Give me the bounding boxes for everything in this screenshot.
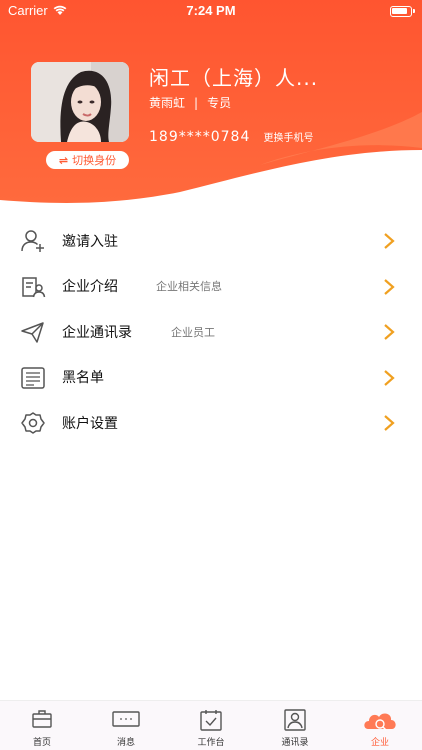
tab-company[interactable]: 企业 [350, 705, 410, 749]
menu-item-blacklist[interactable]: 黑名单 [0, 355, 422, 401]
menu-item-label: 企业通讯录 [62, 324, 132, 341]
list-icon [21, 366, 45, 389]
chevron-right-icon [384, 233, 395, 249]
menu-item-label: 黑名单 [62, 370, 104, 387]
menu-item-label: 账户设置 [62, 415, 118, 432]
menu-item-company-intro[interactable]: 企业介绍 企业相关信息 [0, 264, 422, 310]
clock: 7:24 PM [186, 3, 236, 18]
menu-item-label: 企业介绍 [62, 279, 118, 296]
company-icon [364, 713, 396, 731]
phone-number: 189****0784 [149, 129, 251, 145]
company-doc-icon [22, 276, 46, 297]
tab-workbench[interactable]: 工作台 [181, 705, 241, 749]
status-bar: Carrier 7:24 PM [0, 0, 422, 22]
chevron-right-icon [384, 415, 395, 431]
phone-info: 189****0784 更换手机号 [149, 126, 313, 145]
switch-role-button[interactable]: ⇌ 切换身份 [46, 151, 129, 169]
tab-label: 企业 [370, 738, 389, 748]
chevron-right-icon [384, 278, 395, 295]
profile-header: ⇌ 切换身份 闲工（上海）人... 黄雨虹 | 专员 189****0784 更换手… [0, 0, 422, 210]
swap-icon: ⇌ [58, 153, 69, 167]
briefcase-icon [32, 710, 52, 728]
user-name: 黄雨虹 [149, 96, 186, 110]
menu-item-account-settings[interactable]: 账户设置 [0, 400, 422, 446]
menu-item-invite[interactable]: 邀请入驻 [0, 218, 422, 264]
avatar[interactable] [31, 62, 129, 142]
tab-label: 通讯录 [281, 738, 309, 748]
menu-list: 邀请入驻 企业介绍 企业相关信息 企业通讯录 企业员工 黑名单 账户设置 [0, 218, 422, 446]
menu-item-subtitle: 企业相关信息 [156, 280, 222, 294]
separator: | [194, 96, 199, 110]
menu-item-company-contacts[interactable]: 企业通讯录 企业员工 [0, 309, 422, 355]
user-add-icon [21, 230, 44, 252]
menu-item-label: 邀请入驻 [62, 233, 118, 250]
tab-label: 消息 [116, 738, 135, 748]
calendar-check-icon [200, 710, 222, 731]
menu-item-subtitle: 企业员工 [171, 325, 215, 339]
contacts-icon [284, 709, 306, 731]
message-icon [112, 711, 140, 727]
chevron-right-icon [384, 369, 395, 386]
tab-label: 工作台 [197, 738, 225, 748]
change-phone-link[interactable]: 更换手机号 [263, 133, 313, 144]
company-name: 闲工（上海）人... [149, 66, 319, 90]
send-icon [21, 322, 44, 343]
gear-icon [21, 412, 45, 434]
tab-label: 首页 [32, 738, 51, 748]
tab-contacts[interactable]: 通讯录 [265, 705, 325, 749]
switch-role-label: 切换身份 [72, 154, 117, 167]
tab-messages[interactable]: 消息 [96, 705, 156, 749]
battery-icon [390, 6, 415, 17]
chevron-right-icon [384, 324, 395, 340]
tab-bar: 首页 消息 工作台 通讯录 企业 [0, 700, 422, 750]
user-role: 专员 [207, 96, 232, 110]
user-info: 黄雨虹 | 专员 [149, 94, 231, 111]
tab-home[interactable]: 首页 [12, 705, 72, 749]
